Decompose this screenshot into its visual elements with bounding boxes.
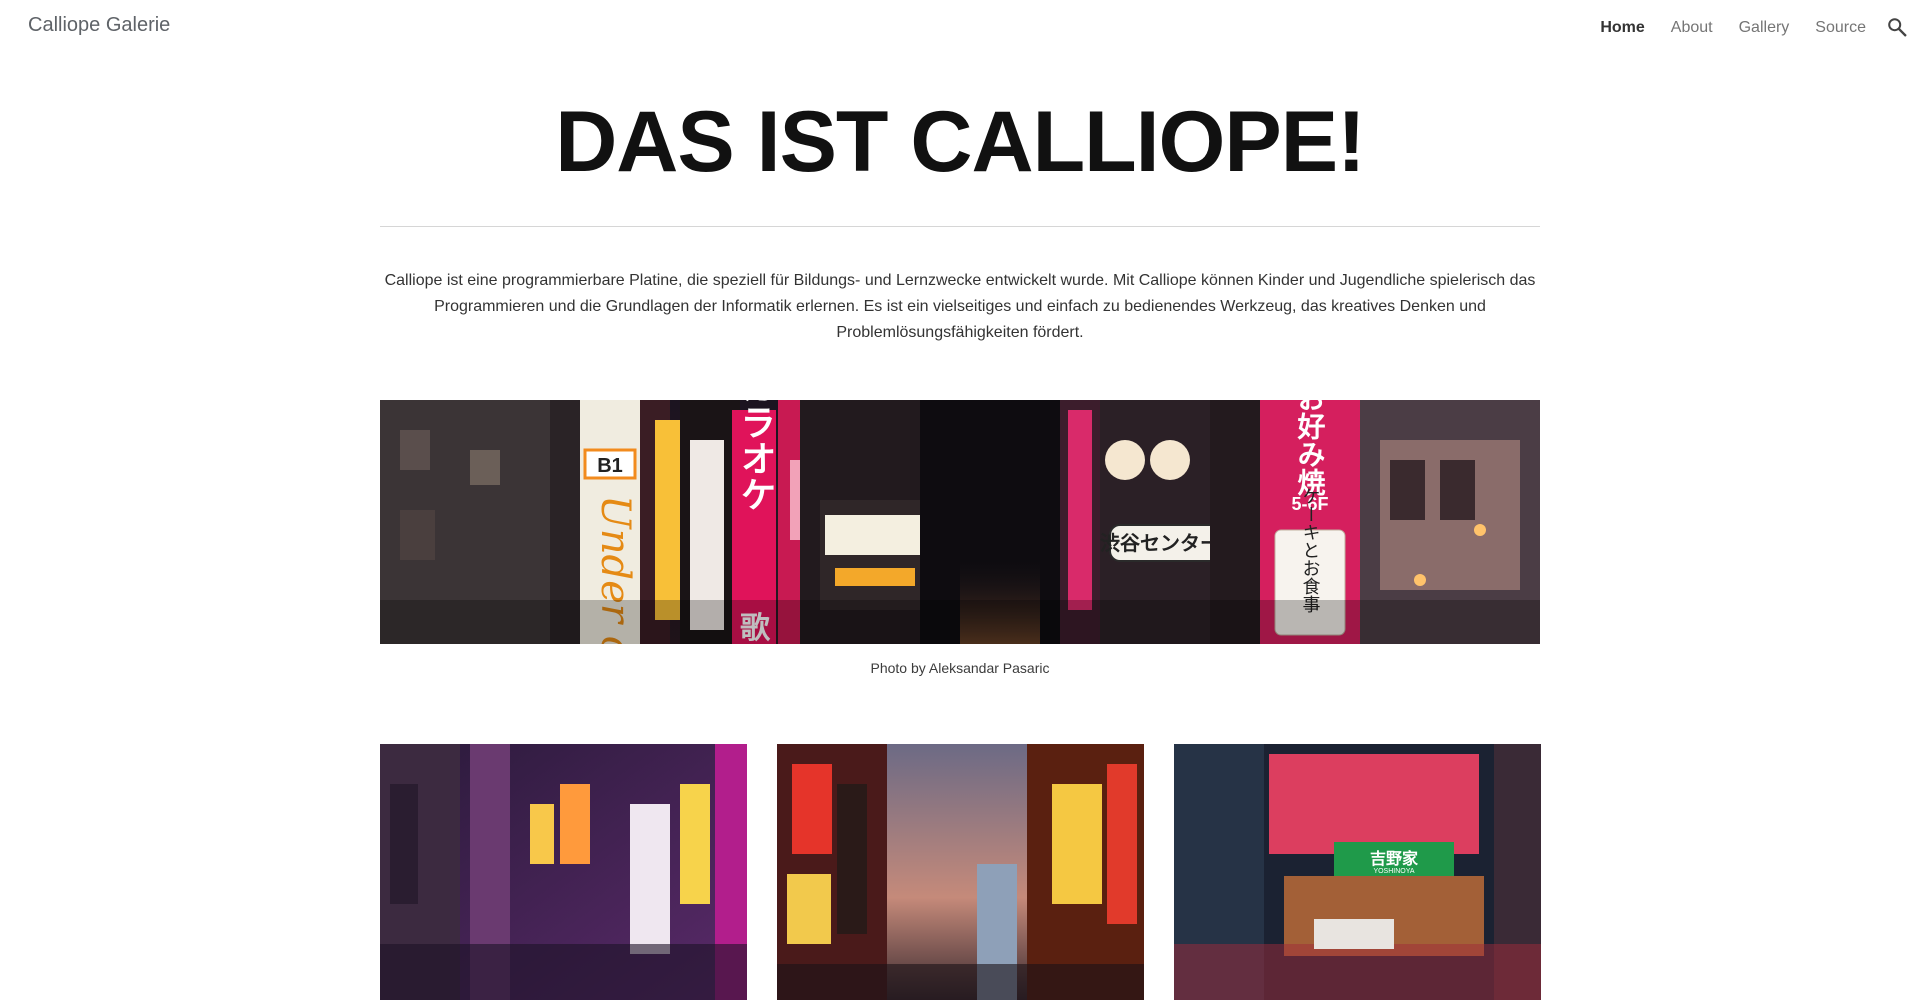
divider: [380, 226, 1540, 227]
gallery-thumb-1[interactable]: [380, 744, 747, 1000]
site-title-link[interactable]: Calliope Galerie: [28, 14, 170, 37]
top-bar: Calliope Galerie Home About Gallery Sour…: [0, 0, 1920, 58]
banner-sign-karaoke: カラオケ: [735, 400, 776, 512]
banner-sign-okonomi: お好み焼: [1294, 400, 1327, 497]
gallery-thumb-2[interactable]: [777, 744, 1144, 1000]
intro-paragraph: Calliope ist eine programmierbare Platin…: [384, 272, 1536, 341]
nav-home[interactable]: Home: [1600, 19, 1644, 37]
thumb-sign-yoshinoya: 吉野家: [1370, 849, 1419, 868]
page-title: DAS IST CALLIOPE!: [555, 94, 1366, 190]
banner-sign-cake: ケーキとお食事: [1300, 487, 1321, 613]
banner-sign-b1: B1: [597, 455, 623, 477]
thumb-sign-yoshinoya-en: YOSHINOYA: [1373, 868, 1414, 875]
banner-image: B1 Under cra カラオケ 歌 渋谷センター街 お好み焼 5-6F ケー…: [380, 400, 1540, 644]
nav-about[interactable]: About: [1671, 19, 1713, 37]
search-icon[interactable]: [1886, 16, 1910, 40]
gallery-thumb-3[interactable]: 吉野家 YOSHINOYA: [1174, 744, 1541, 1000]
nav-gallery[interactable]: Gallery: [1739, 19, 1790, 37]
main-nav: Home About Gallery Source: [1600, 19, 1866, 37]
banner-caption: Photo by Aleksandar Pasaric: [870, 660, 1050, 676]
nav-source[interactable]: Source: [1815, 19, 1866, 37]
